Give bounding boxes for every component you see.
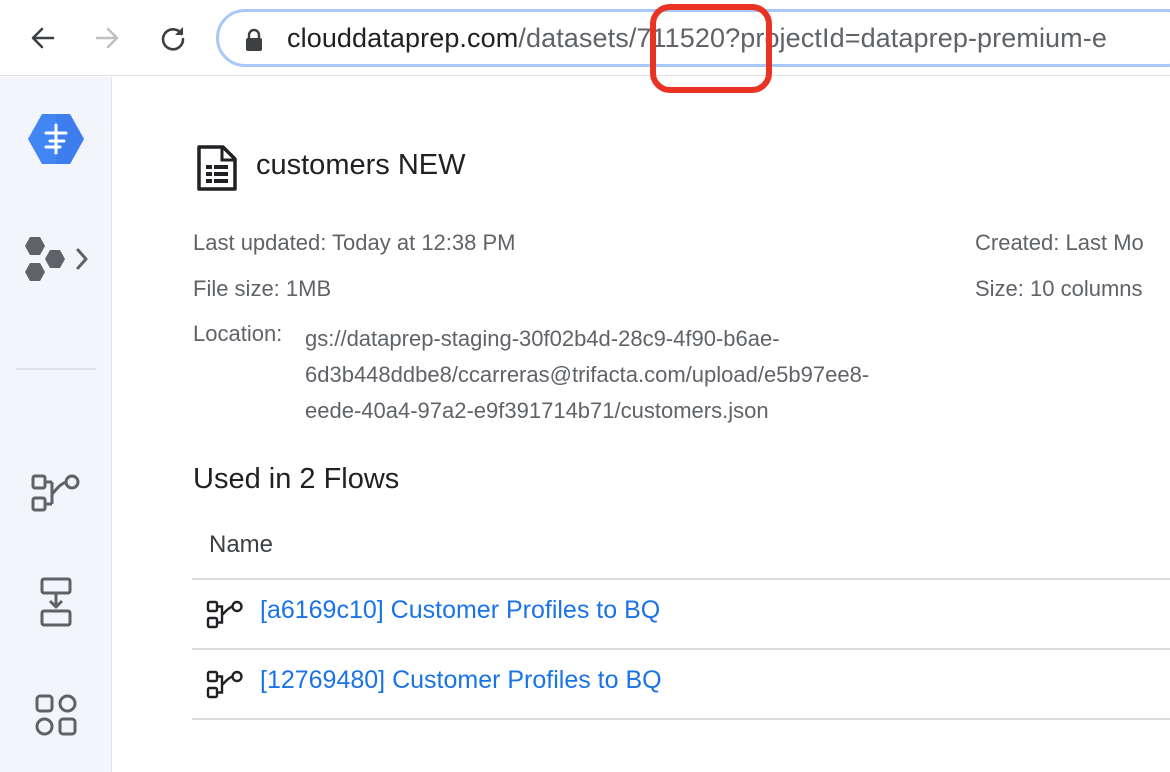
browser-toolbar: clouddataprep.com/datasets/711520?projec… — [0, 0, 1170, 76]
document-table-icon — [197, 145, 237, 191]
flows-nav-button[interactable] — [30, 472, 82, 516]
flow-icon — [206, 600, 243, 629]
back-button[interactable] — [24, 19, 62, 57]
job-download-icon — [40, 577, 72, 627]
last-updated-text: Last updated: Today at 12:38 PM — [193, 230, 516, 255]
rail-divider — [16, 368, 96, 370]
dataprep-logo-icon — [28, 114, 84, 164]
flow-link[interactable]: [a6169c10] Customer Profiles to BQ — [260, 596, 660, 625]
flows-section-heading: Used in 2 Flows — [193, 463, 400, 495]
hexagon-cluster-icon — [25, 237, 88, 281]
lock-icon[interactable] — [243, 28, 265, 52]
forward-button[interactable] — [88, 19, 126, 57]
location-line: gs://dataprep-staging-30f02b4d-28c9-4f90… — [305, 326, 780, 351]
created-text: Created: Last Mo — [975, 230, 1144, 255]
flow-icon — [206, 670, 243, 699]
left-nav-rail — [0, 77, 112, 772]
flow-link[interactable]: [12769480] Customer Profiles to BQ — [260, 666, 662, 695]
apps-grid-icon — [35, 694, 77, 736]
arrow-left-icon — [31, 27, 55, 49]
home-logo-button[interactable] — [26, 111, 86, 167]
library-nav-button[interactable] — [32, 691, 80, 739]
datasets-menu-button[interactable] — [20, 233, 96, 287]
table-row[interactable]: [12769480] Customer Profiles to BQ — [192, 650, 1170, 718]
dataset-title: customers NEW — [256, 149, 466, 181]
dataset-details-panel: customers NEW Last updated: Today at 12:… — [113, 77, 1170, 772]
name-column-header[interactable]: Name — [209, 531, 273, 559]
url-host: clouddataprep.com — [287, 23, 519, 53]
reload-button[interactable] — [154, 19, 192, 57]
size-text: Size: 10 columns — [975, 276, 1143, 301]
arrow-right-icon — [95, 27, 119, 49]
location-label: Location: — [193, 321, 283, 346]
location-line: eede-40a4-97a2-e9f391714b71/customers.js… — [305, 398, 769, 423]
location-line: 6d3b448ddbe8/ccarreras@trifacta.com/uplo… — [305, 362, 870, 387]
location-value: gs://dataprep-staging-30f02b4d-28c9-4f90… — [305, 321, 1025, 429]
flow-icon — [31, 474, 80, 512]
reload-icon — [161, 27, 185, 51]
jobs-nav-button[interactable] — [34, 575, 78, 629]
row-divider — [192, 718, 1170, 720]
file-size-text: File size: 1MB — [193, 276, 332, 301]
url-path: /datasets/711520?projectId=dataprep-prem… — [518, 23, 1107, 53]
table-row[interactable]: [a6169c10] Customer Profiles to BQ — [192, 580, 1170, 648]
